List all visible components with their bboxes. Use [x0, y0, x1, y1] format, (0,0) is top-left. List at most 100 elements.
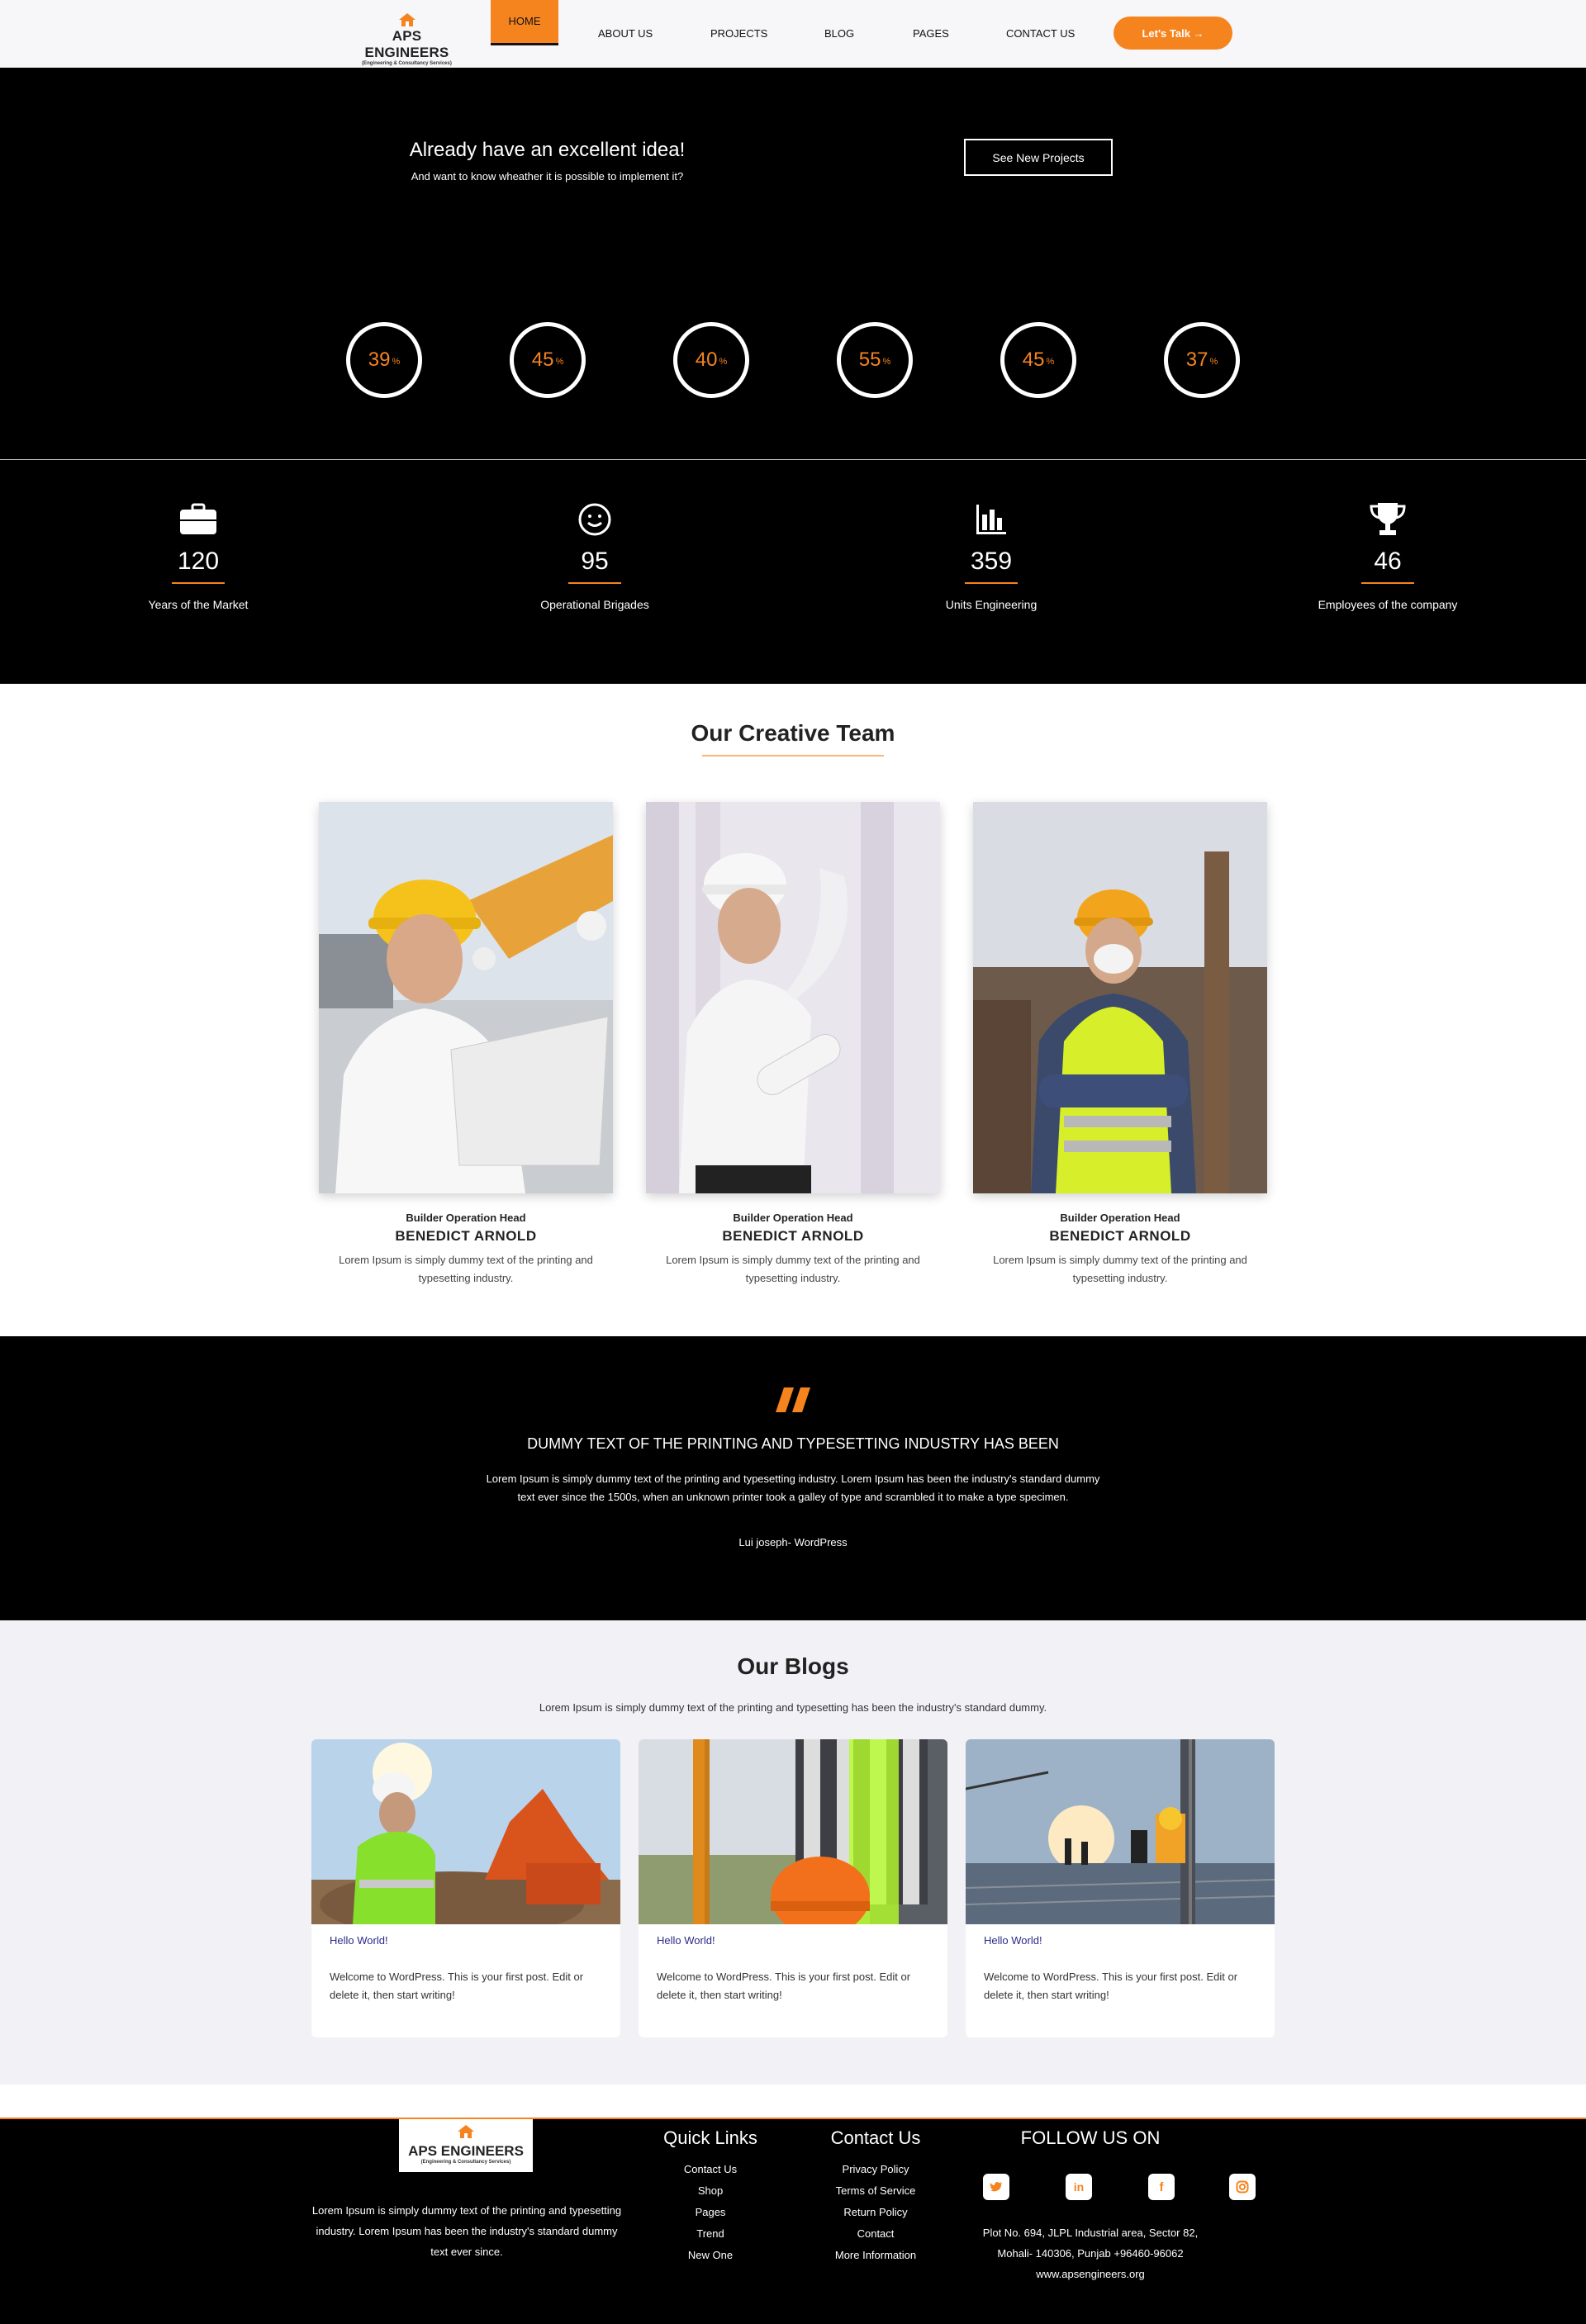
website-link[interactable]: www.apsengineers.org: [958, 2264, 1223, 2284]
blog-post-image: [639, 1739, 947, 1924]
member-description: Lorem Ipsum is simply dummy text of the …: [993, 1254, 1247, 1284]
percent-sign: %: [719, 357, 728, 367]
footer-address: Plot No. 694, JLPL Industrial area, Sect…: [958, 2222, 1223, 2284]
quote-icon: [776, 1387, 810, 1412]
footer-logo[interactable]: APS ENGINEERS (Engineering & Consultancy…: [399, 2119, 533, 2172]
progress-value: 45: [531, 349, 554, 371]
percent-sign: %: [882, 357, 891, 367]
quick-links-column: Quick Links Contact Us Shop Pages Trend …: [653, 2127, 768, 2266]
stat-label: Years of the Market: [148, 598, 249, 611]
hero-subtitle: And want to know wheather it is possible…: [411, 170, 684, 183]
footer-link[interactable]: Contact Us: [653, 2159, 768, 2180]
blog-post-title[interactable]: Hello World!: [657, 1934, 929, 1947]
linkedin-icon[interactable]: in: [1066, 2174, 1092, 2200]
member-description: Lorem Ipsum is simply dummy text of the …: [666, 1254, 920, 1284]
progress-value: 55: [858, 349, 881, 371]
percent-sign: %: [1209, 357, 1218, 367]
blog-post-excerpt: Welcome to WordPress. This is your first…: [984, 1971, 1238, 2001]
brand-logo[interactable]: APS ENGINEERS (Engineering & Consultancy…: [351, 12, 463, 66]
progress-circle: 45%: [1000, 322, 1076, 398]
member-photo: [973, 802, 1267, 1193]
hero-section: Already have an excellent idea! And want…: [0, 68, 1586, 459]
briefcase-icon: [83, 501, 314, 538]
footer-link[interactable]: More Information: [810, 2245, 942, 2266]
progress-circle: 37%: [1164, 322, 1240, 398]
stat-value: 120: [177, 548, 220, 575]
member-role: Builder Operation Head: [733, 1212, 853, 1224]
title-underline: [702, 755, 884, 756]
brand-tagline: (Engineering & Consultancy Services): [420, 2160, 511, 2165]
hero-title: Already have an excellent idea!: [409, 139, 686, 161]
footer-link[interactable]: Terms of Service: [810, 2180, 942, 2202]
stat-underline: [568, 582, 621, 584]
blog-post-card[interactable]: Hello World! Welcome to WordPress. This …: [311, 1739, 620, 2037]
percent-sign: %: [1046, 357, 1055, 367]
follow-column: FOLLOW US ON: [975, 2127, 1206, 2159]
blog-post-excerpt: Welcome to WordPress. This is your first…: [657, 1971, 911, 2001]
brand-name: APS ENGINEERS: [364, 28, 449, 60]
quick-links-title: Quick Links: [663, 2127, 757, 2148]
blog-post-card[interactable]: Hello World! Welcome to WordPress. This …: [966, 1739, 1275, 2037]
brand-tagline: (Engineering & Consultancy Services): [362, 61, 452, 66]
stat-item: 120 Years of the Market: [83, 501, 314, 611]
footer-link[interactable]: Shop: [653, 2180, 768, 2202]
progress-circle: 39%: [346, 322, 422, 398]
footer-link[interactable]: Privacy Policy: [810, 2159, 942, 2180]
blog-post-title[interactable]: Hello World!: [330, 1934, 602, 1947]
member-photo: [646, 802, 940, 1193]
progress-circle: 55%: [837, 322, 913, 398]
facebook-icon[interactable]: f: [1148, 2174, 1175, 2200]
nav-projects[interactable]: PROJECTS: [710, 27, 767, 40]
team-title: Our Creative Team: [691, 720, 895, 746]
nav-about-us[interactable]: ABOUT US: [598, 27, 653, 40]
instagram-icon[interactable]: [1229, 2174, 1256, 2200]
member-description: Lorem Ipsum is simply dummy text of the …: [339, 1254, 593, 1284]
team-section: Our Creative Team Builder Operation Head…: [0, 684, 1586, 1336]
team-member-card: Builder Operation Head BENEDICT ARNOLD L…: [646, 802, 940, 1288]
house-logo-icon: [458, 2125, 474, 2138]
footer-link[interactable]: Return Policy: [810, 2202, 942, 2223]
nav-contact-us[interactable]: CONTACT US: [1006, 27, 1075, 40]
stats-section: 120 Years of the Market 95 Operational B…: [0, 460, 1586, 684]
member-name: BENEDICT ARNOLD: [1049, 1228, 1191, 1244]
smiley-icon: [479, 501, 710, 538]
blog-post-card[interactable]: Hello World! Welcome to WordPress. This …: [639, 1739, 947, 2037]
site-footer: APS ENGINEERS (Engineering & Consultancy…: [0, 2118, 1586, 2324]
stat-label: Operational Brigades: [540, 598, 649, 611]
footer-link[interactable]: New One: [653, 2245, 768, 2266]
percent-sign: %: [392, 357, 401, 367]
stat-underline: [965, 582, 1018, 584]
progress-circle: 45%: [510, 322, 586, 398]
nav-blog[interactable]: BLOG: [824, 27, 854, 40]
nav-pages[interactable]: PAGES: [913, 27, 949, 40]
nav-home[interactable]: HOME: [491, 0, 558, 45]
twitter-icon[interactable]: [983, 2174, 1009, 2200]
stat-item: 95 Operational Brigades: [479, 501, 710, 611]
blog-post-title[interactable]: Hello World!: [984, 1934, 1256, 1947]
testimonial-title: DUMMY TEXT OF THE PRINTING AND TYPESETTI…: [527, 1435, 1059, 1452]
progress-circle: 40%: [673, 322, 749, 398]
stat-label: Units Engineering: [945, 598, 1038, 611]
testimonial-author: Lui joseph- WordPress: [738, 1536, 848, 1549]
testimonial-section: DUMMY TEXT OF THE PRINTING AND TYPESETTI…: [0, 1336, 1586, 1620]
see-new-projects-button[interactable]: See New Projects: [964, 139, 1113, 176]
progress-value: 37: [1185, 349, 1208, 371]
follow-title: FOLLOW US ON: [1020, 2127, 1161, 2148]
footer-link[interactable]: Trend: [653, 2223, 768, 2245]
progress-value: 39: [368, 349, 391, 371]
blogs-section: Our Blogs Lorem Ipsum is simply dummy te…: [0, 1620, 1586, 2084]
member-role: Builder Operation Head: [1060, 1212, 1180, 1224]
bar-chart-icon: [876, 501, 1107, 538]
member-role: Builder Operation Head: [406, 1212, 526, 1224]
stat-item: 46 Employees of the company: [1272, 501, 1503, 611]
percent-sign: %: [555, 357, 564, 367]
lets-talk-button[interactable]: Let's Talk →: [1114, 17, 1232, 50]
footer-link[interactable]: Contact: [810, 2223, 942, 2245]
stat-label: Employees of the company: [1318, 598, 1458, 611]
trophy-icon: [1272, 501, 1503, 538]
blogs-title: Our Blogs: [737, 1653, 849, 1679]
stat-item: 359 Units Engineering: [876, 501, 1107, 611]
footer-link[interactable]: Pages: [653, 2202, 768, 2223]
house-logo-icon: [398, 13, 415, 26]
stat-underline: [1361, 582, 1414, 584]
